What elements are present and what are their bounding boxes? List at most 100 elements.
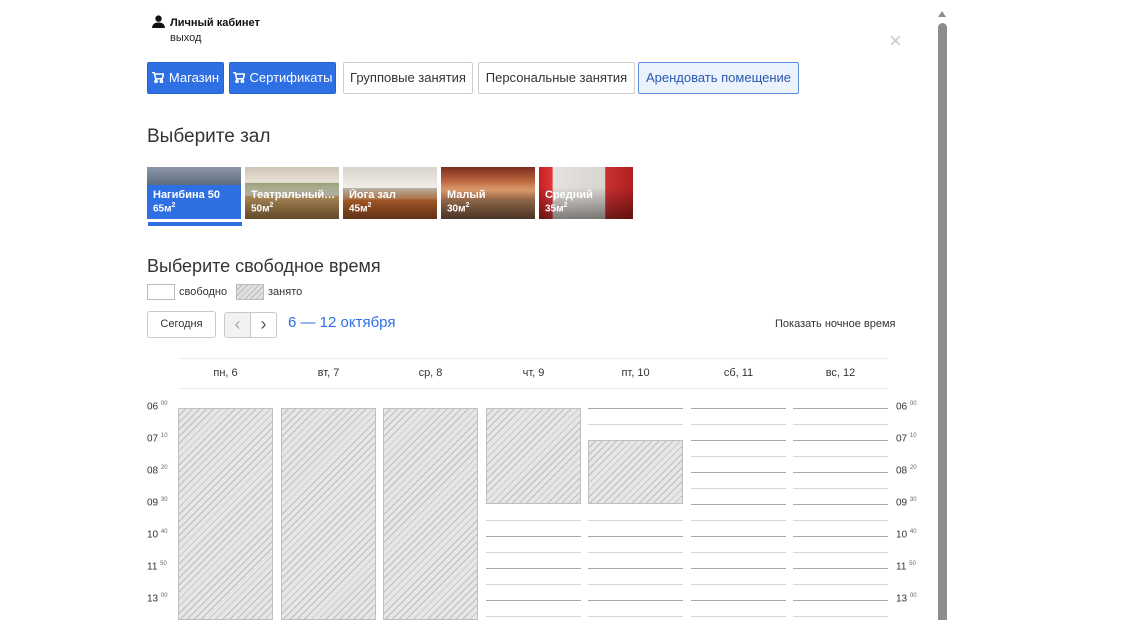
hall-area-unit: 2 — [563, 202, 568, 209]
time-label-left: 11 50 — [147, 561, 167, 572]
cart-icon — [232, 71, 245, 83]
time-hour: 13 — [896, 593, 908, 605]
next-week-button[interactable]: › — [250, 312, 277, 338]
hall-card[interactable]: Средний 35м2 — [539, 167, 633, 219]
free-slot-line — [793, 440, 888, 441]
tab-1[interactable]: Магазин — [147, 62, 224, 94]
time-heading: Выберите свободное время — [147, 256, 381, 276]
tab-label: Магазин — [168, 70, 220, 85]
legend-busy-label: занято — [268, 286, 303, 298]
hall-area: 45м2 — [349, 202, 371, 214]
prev-week-button[interactable]: ‹ — [224, 312, 251, 338]
tab-label: Групповые занятия — [350, 70, 466, 85]
free-slot-line — [691, 408, 786, 409]
free-slot-line — [691, 456, 786, 457]
hall-name: Йога зал — [349, 189, 396, 201]
time-label-left: 13 00 — [147, 593, 168, 604]
time-hour: 09 — [147, 497, 159, 509]
time-minute: 40 — [160, 529, 168, 535]
free-slot-line — [793, 408, 888, 409]
time-hour: 07 — [896, 433, 908, 445]
time-minute: 30 — [909, 497, 917, 503]
halls-heading: Выберите зал — [147, 126, 271, 147]
hall-area-unit: 2 — [171, 202, 176, 209]
user-icon — [152, 15, 165, 28]
hall-area-unit: 2 — [465, 202, 470, 209]
free-slot-line — [691, 488, 786, 489]
scrollbar-thumb[interactable] — [938, 23, 947, 620]
free-slot-line — [588, 616, 683, 617]
time-label-left: 06 00 — [147, 401, 168, 412]
free-slot-line — [793, 456, 888, 457]
time-minute: 40 — [909, 529, 917, 535]
time-hour: 10 — [896, 529, 908, 541]
today-button[interactable]: Сегодня — [147, 311, 216, 338]
time-hour: 11 — [896, 561, 907, 573]
time-minute: 00 — [160, 401, 168, 407]
time-label-right: 11 50 — [896, 561, 916, 572]
free-slot-line — [793, 488, 888, 489]
time-hour: 08 — [147, 465, 159, 477]
account-title[interactable]: Личный кабинет — [170, 17, 260, 29]
free-slot-line — [691, 568, 786, 569]
tab-label: Арендовать помещение — [645, 70, 792, 85]
day-header: сб, 11 — [723, 367, 754, 379]
time-hour: 08 — [896, 465, 908, 477]
hall-card[interactable]: Театральный… 50м2 — [245, 167, 339, 219]
free-slot-line — [588, 584, 683, 585]
hall-card[interactable]: Йога зал 45м2 — [343, 167, 437, 219]
free-slot-line — [691, 536, 786, 537]
free-slot-line — [588, 424, 683, 425]
close-icon[interactable]: × — [889, 30, 902, 52]
time-label-left: 08 20 — [147, 465, 168, 476]
time-minute: 30 — [160, 497, 168, 503]
week-range: 6 — 12 октября — [288, 314, 396, 331]
logout-link[interactable]: выход — [170, 32, 201, 44]
free-slot-line — [691, 520, 786, 521]
hall-name: Нагибина 50 — [153, 189, 221, 201]
tab-4[interactable]: Персональные занятия — [478, 62, 635, 94]
time-hour: 06 — [147, 401, 159, 413]
busy-block — [281, 408, 376, 620]
time-label-right: 06 00 — [896, 401, 917, 412]
free-slot-line — [691, 600, 786, 601]
day-header: вс, 12 — [825, 367, 856, 379]
hall-area: 50м2 — [251, 202, 273, 214]
free-slot-line — [793, 600, 888, 601]
free-slot-line — [691, 552, 786, 553]
tab-2[interactable]: Сертификаты — [229, 62, 336, 94]
free-slot-line — [793, 616, 888, 617]
day-header-divider — [178, 388, 887, 389]
day-header: пн, 6 — [213, 367, 238, 379]
show-night-time-link[interactable]: Показать ночное время — [775, 318, 895, 330]
hall-name: Театральный… — [251, 189, 336, 201]
free-slot-line — [691, 440, 786, 441]
time-minute: 10 — [909, 433, 917, 439]
hall-card[interactable]: Нагибина 50 65м2 — [147, 167, 241, 219]
busy-block — [588, 440, 683, 504]
free-slot-line — [486, 536, 581, 537]
tab-3[interactable]: Групповые занятия — [343, 62, 473, 94]
time-minute: 10 — [160, 433, 168, 439]
time-minute: 50 — [909, 561, 916, 567]
busy-block — [178, 408, 273, 620]
hall-area: 65м2 — [153, 202, 175, 214]
free-slot-line — [588, 520, 683, 521]
free-slot-line — [691, 424, 786, 425]
tab-5[interactable]: Арендовать помещение — [638, 62, 799, 94]
time-hour: 13 — [147, 593, 159, 605]
busy-block — [383, 408, 478, 620]
free-slot-line — [588, 408, 683, 409]
free-slot-line — [793, 472, 888, 473]
scroll-up-icon[interactable] — [937, 10, 947, 18]
free-slot-line — [588, 552, 683, 553]
hall-card[interactable]: Малый 30м2 — [441, 167, 535, 219]
free-slot-line — [588, 600, 683, 601]
free-slot-line — [793, 424, 888, 425]
free-slot-line — [793, 584, 888, 585]
time-label-right: 08 20 — [896, 465, 917, 476]
free-slot-line — [691, 504, 786, 505]
time-minute: 20 — [160, 465, 168, 471]
free-slot-line — [486, 520, 581, 521]
time-label-right: 09 30 — [896, 497, 917, 508]
